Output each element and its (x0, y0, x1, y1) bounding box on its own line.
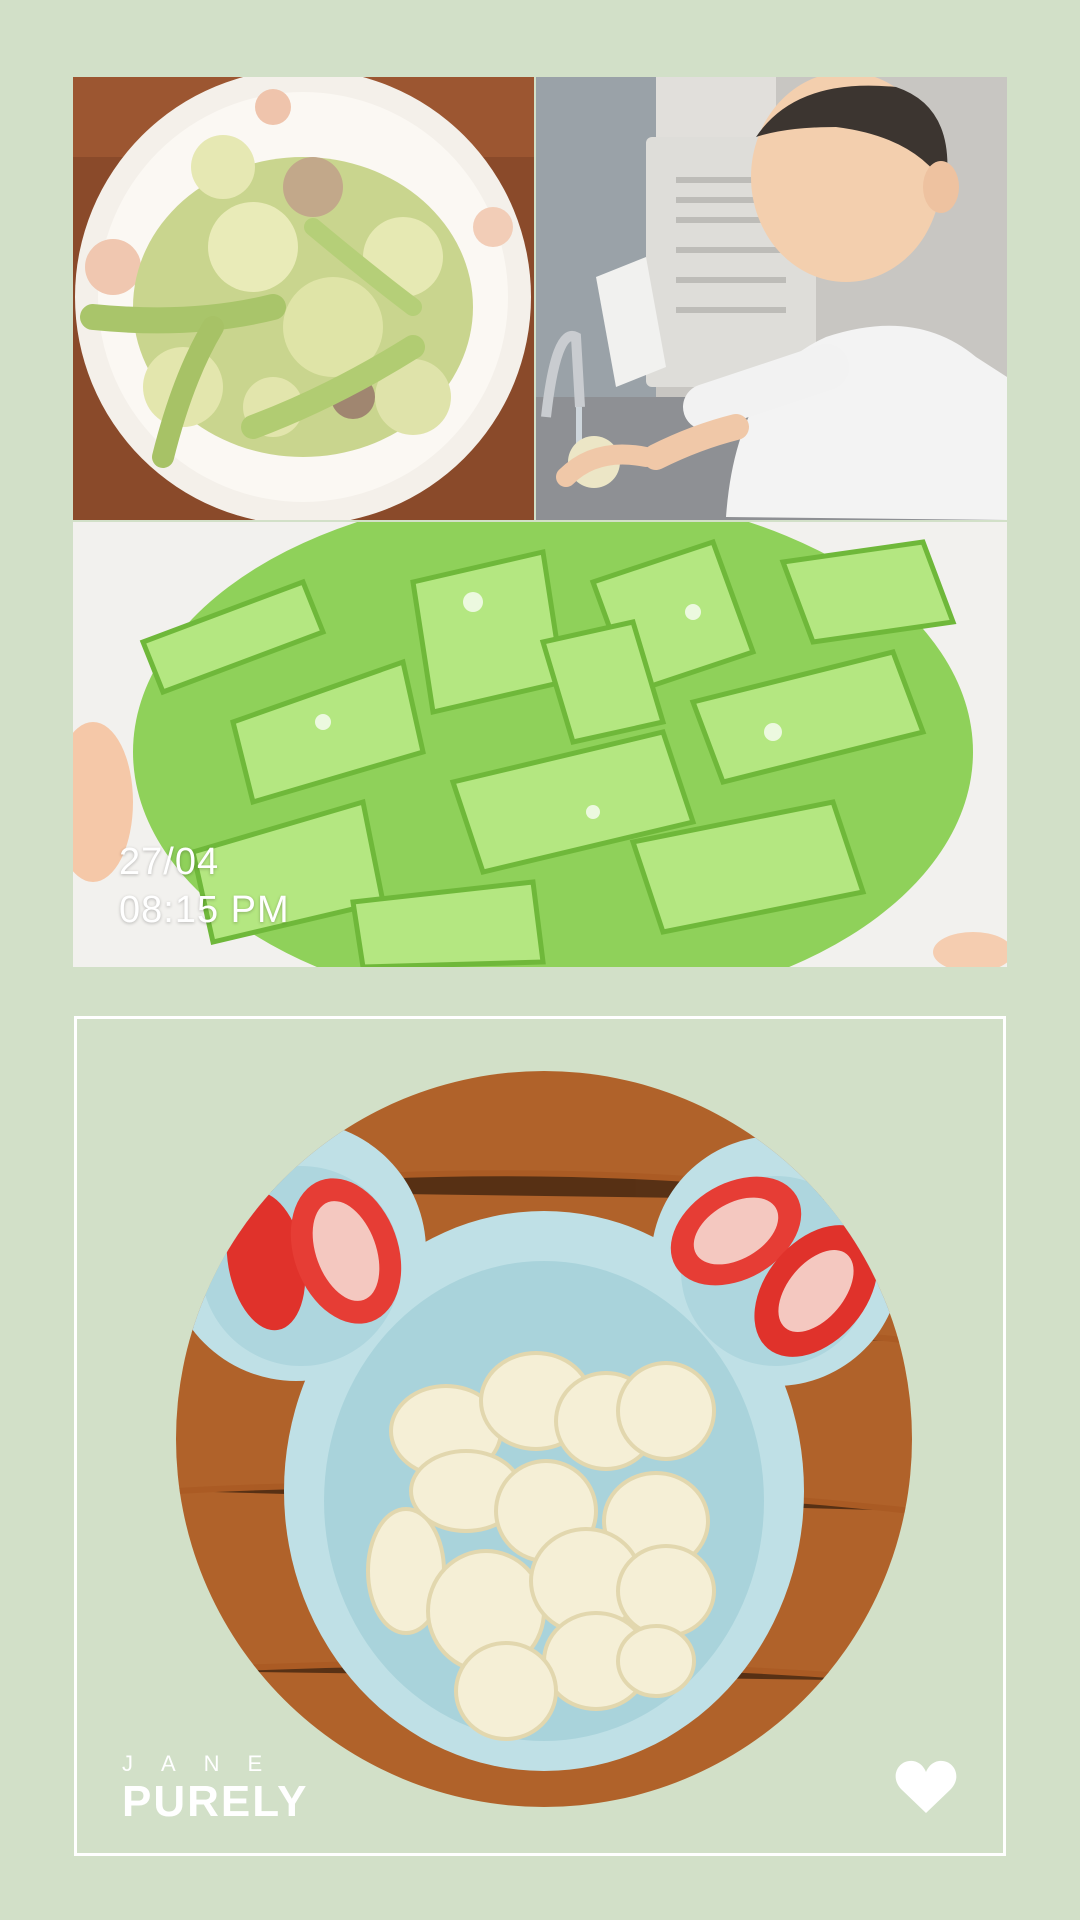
brand-watermark: JANE PURELY (122, 1751, 308, 1827)
timestamp-overlay: 27/04 08:15 PM (119, 838, 290, 934)
cucumber-photo: 27/04 08:15 PM (73, 522, 1007, 967)
time-label: 08:15 PM (119, 889, 290, 931)
photo-collage: 27/04 08:15 PM (73, 77, 1007, 967)
cauliflower-photo (73, 77, 534, 520)
child-washing-photo (536, 77, 1007, 520)
heart-icon[interactable] (895, 1759, 957, 1815)
fruit-frame: JANE PURELY (74, 1016, 1006, 1856)
brand-top-text: JANE (122, 1751, 291, 1776)
brand-bottom-text: PURELY (122, 1777, 309, 1826)
fruit-plate-photo (176, 1071, 912, 1807)
date-label: 27/04 (119, 841, 220, 883)
